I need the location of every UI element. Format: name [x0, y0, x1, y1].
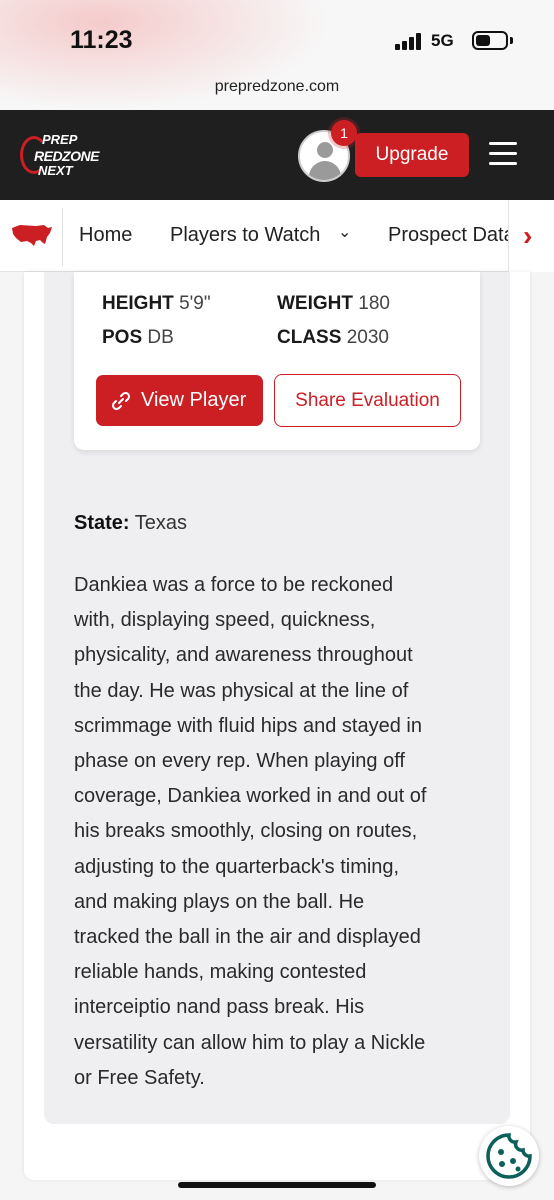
evaluation-text: Dankiea was a force to be reckoned with,… [74, 568, 494, 1096]
nav-scroll-right-button[interactable]: › [508, 200, 554, 272]
address-bar-url[interactable]: prepredzone.com [0, 78, 554, 96]
nav-item-home[interactable]: Home [79, 224, 132, 247]
class-stat: CLASS 2030 [277, 327, 389, 348]
evaluation-line: the day. He was physical at the line of [74, 679, 409, 702]
nav-item-prospect-clip: Prospect Database [380, 200, 508, 272]
view-player-button[interactable]: View Player [96, 375, 263, 426]
chevron-down-icon[interactable]: ⌄ [338, 222, 351, 242]
cookie-settings-button[interactable] [479, 1126, 539, 1186]
evaluation-line: adjusting to the quarterback's timing, [74, 855, 400, 878]
evaluation-line: versatility can allow him to play a Nick… [74, 1031, 426, 1054]
battery-icon [472, 31, 508, 50]
evaluation-line: scrimmage with fluid hips and stayed in [74, 714, 422, 737]
height-stat: HEIGHT 5'9" [102, 293, 211, 314]
evaluation-line: and making plays on the ball. He [74, 890, 365, 913]
status-time: 11:23 [70, 26, 133, 54]
upgrade-button[interactable]: Upgrade [355, 133, 469, 177]
nav-item-prospect-database[interactable]: Prospect Database [388, 224, 508, 247]
network-label: 5G [431, 31, 454, 50]
evaluation-line: his breaks smoothly, closing on routes, [74, 820, 418, 843]
evaluation-line: with, displaying speed, quickness, [74, 609, 376, 632]
link-icon [111, 391, 131, 411]
evaluation-line: coverage, Dankiea worked in and out of [74, 785, 427, 808]
site-header: PREP REDZONE NEXT [0, 110, 554, 200]
share-evaluation-button[interactable]: Share Evaluation [274, 374, 461, 427]
evaluation-line: reliable hands, making contested [74, 961, 367, 984]
evaluation-line: Dankiea was a force to be reckoned [74, 574, 394, 596]
state-field: State: Texas [74, 512, 188, 534]
home-indicator[interactable] [178, 1182, 376, 1188]
evaluation-line: physicality, and awareness throughout [74, 644, 413, 667]
notification-badge[interactable]: 1 [331, 120, 357, 146]
evaluation-line: interceiptio nand pass break. His [74, 996, 365, 1019]
hamburger-menu-icon[interactable] [489, 142, 517, 166]
evaluation-line: phase on every rep. When playing off [74, 750, 405, 773]
position-stat: POS DB [102, 327, 174, 348]
site-logo[interactable]: PREP REDZONE NEXT [20, 130, 114, 180]
cookie-icon [486, 1133, 532, 1179]
evaluation-line: tracked the ball in the air and displaye… [74, 926, 421, 949]
chevron-right-icon: › [523, 220, 533, 251]
evaluation-line: or Free Safety. [74, 1066, 205, 1089]
signal-icon [395, 32, 425, 50]
weight-stat: WEIGHT 180 [277, 293, 390, 314]
nav-item-players-to-watch[interactable]: Players to Watch [170, 224, 320, 247]
usa-map-icon[interactable] [10, 222, 54, 250]
